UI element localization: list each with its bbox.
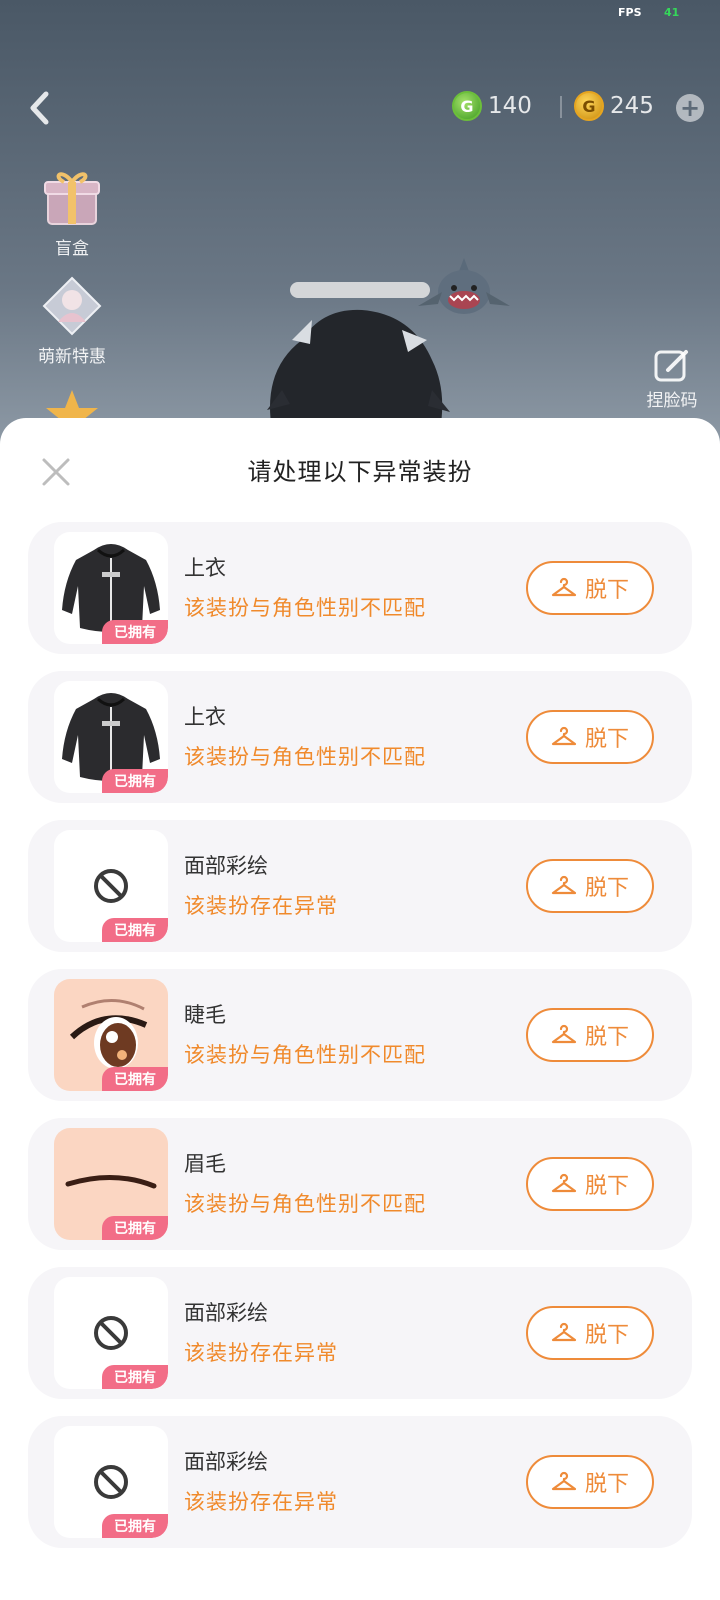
outfit-row: 已拥有 睫毛 该装扮与角色性别不匹配 脱下	[28, 969, 692, 1101]
owned-badge: 已拥有	[102, 620, 168, 644]
hanger-icon	[551, 875, 577, 897]
outfit-name: 眉毛	[184, 1152, 226, 1176]
remove-button[interactable]: 脱下	[526, 1157, 654, 1211]
remove-button[interactable]: 脱下	[526, 1008, 654, 1062]
hanger-icon	[551, 1024, 577, 1046]
hanger-icon	[551, 1173, 577, 1195]
remove-button[interactable]: 脱下	[526, 1455, 654, 1509]
blind-box-label: 盲盒	[55, 239, 89, 259]
outfit-row: 已拥有 眉毛 该装扮与角色性别不匹配 脱下	[28, 1118, 692, 1250]
fps-value: 41	[664, 6, 680, 19]
green-currency: G 140	[452, 91, 532, 121]
remove-button[interactable]: 脱下	[526, 1306, 654, 1360]
outfit-warning: 该装扮存在异常	[184, 1490, 338, 1514]
remove-button[interactable]: 脱下	[526, 710, 654, 764]
outfit-thumbnail: 已拥有	[54, 1426, 168, 1538]
hanger-icon	[551, 726, 577, 748]
game-scene: FPS 41 G 140 G 245 + 盲盒 萌新特惠 捏脸码	[0, 0, 720, 430]
abnormal-outfit-sheet: 请处理以下异常装扮 已拥有 上衣 该装扮与角色性别不匹配 脱下 已拥有 上衣 该…	[0, 418, 720, 1600]
face-code-label: 捏脸码	[646, 391, 698, 411]
remove-button-label: 脱下	[584, 876, 629, 901]
owned-badge: 已拥有	[102, 1067, 168, 1091]
gold-currency-amount: 245	[610, 93, 654, 119]
outfit-name: 面部彩绘	[184, 1301, 268, 1325]
owned-badge: 已拥有	[102, 1216, 168, 1240]
character-hair	[262, 300, 452, 430]
remove-button-label: 脱下	[584, 1025, 629, 1050]
currency-divider	[560, 96, 562, 118]
hanger-icon	[551, 577, 577, 599]
outfit-warning: 该装扮与角色性别不匹配	[184, 1192, 426, 1216]
hanger-icon	[551, 1471, 577, 1493]
newbie-gift-icon	[40, 274, 104, 338]
remove-button-label: 脱下	[584, 1472, 629, 1497]
remove-button-label: 脱下	[584, 1174, 629, 1199]
player-nameplate	[290, 282, 430, 298]
owned-badge: 已拥有	[102, 769, 168, 793]
remove-button-label: 脱下	[584, 578, 629, 603]
add-currency-button[interactable]: +	[676, 94, 704, 122]
green-coin-icon: G	[452, 91, 482, 121]
edit-face-icon	[652, 348, 692, 384]
outfit-name: 面部彩绘	[184, 1450, 268, 1474]
outfit-warning: 该装扮与角色性别不匹配	[184, 1043, 426, 1067]
gold-coin-icon: G	[574, 91, 604, 121]
fps-label: FPS	[618, 6, 642, 19]
hanger-icon	[551, 1322, 577, 1344]
owned-badge: 已拥有	[102, 1514, 168, 1538]
outfit-name: 面部彩绘	[184, 854, 268, 878]
outfit-warning: 该装扮与角色性别不匹配	[184, 745, 426, 769]
outfit-thumbnail: 已拥有	[54, 979, 168, 1091]
outfit-warning: 该装扮存在异常	[184, 1341, 338, 1365]
gold-currency: G 245	[574, 91, 654, 121]
sheet-title: 请处理以下异常装扮	[247, 458, 473, 486]
outfit-thumbnail: 已拥有	[54, 830, 168, 942]
back-icon[interactable]	[24, 88, 54, 128]
remove-button-label: 脱下	[584, 727, 629, 752]
outfit-warning: 该装扮存在异常	[184, 894, 338, 918]
outfit-warning: 该装扮与角色性别不匹配	[184, 596, 426, 620]
newbie-special-button[interactable]: 萌新特惠	[30, 274, 114, 367]
outfit-list: 已拥有 上衣 该装扮与角色性别不匹配 脱下 已拥有 上衣 该装扮与角色性别不匹配…	[28, 522, 692, 1565]
outfit-row: 已拥有 面部彩绘 该装扮存在异常 脱下	[28, 1416, 692, 1548]
face-code-button[interactable]: 捏脸码	[636, 348, 708, 411]
outfit-thumbnail: 已拥有	[54, 681, 168, 793]
outfit-name: 上衣	[184, 556, 226, 580]
outfit-row: 已拥有 面部彩绘 该装扮存在异常 脱下	[28, 1267, 692, 1399]
remove-button[interactable]: 脱下	[526, 859, 654, 913]
outfit-row: 已拥有 面部彩绘 该装扮存在异常 脱下	[28, 820, 692, 952]
outfit-row: 已拥有 上衣 该装扮与角色性别不匹配 脱下	[28, 522, 692, 654]
outfit-row: 已拥有 上衣 该装扮与角色性别不匹配 脱下	[28, 671, 692, 803]
remove-button[interactable]: 脱下	[526, 561, 654, 615]
outfit-thumbnail: 已拥有	[54, 532, 168, 644]
owned-badge: 已拥有	[102, 1365, 168, 1389]
owned-badge: 已拥有	[102, 918, 168, 942]
remove-button-label: 脱下	[584, 1323, 629, 1348]
outfit-thumbnail: 已拥有	[54, 1277, 168, 1389]
outfit-name: 上衣	[184, 705, 226, 729]
outfit-thumbnail: 已拥有	[54, 1128, 168, 1240]
gift-box-icon	[40, 166, 104, 230]
green-currency-amount: 140	[488, 93, 532, 119]
newbie-special-label: 萌新特惠	[38, 347, 106, 367]
blind-box-button[interactable]: 盲盒	[30, 166, 114, 259]
outfit-name: 睫毛	[184, 1003, 226, 1027]
